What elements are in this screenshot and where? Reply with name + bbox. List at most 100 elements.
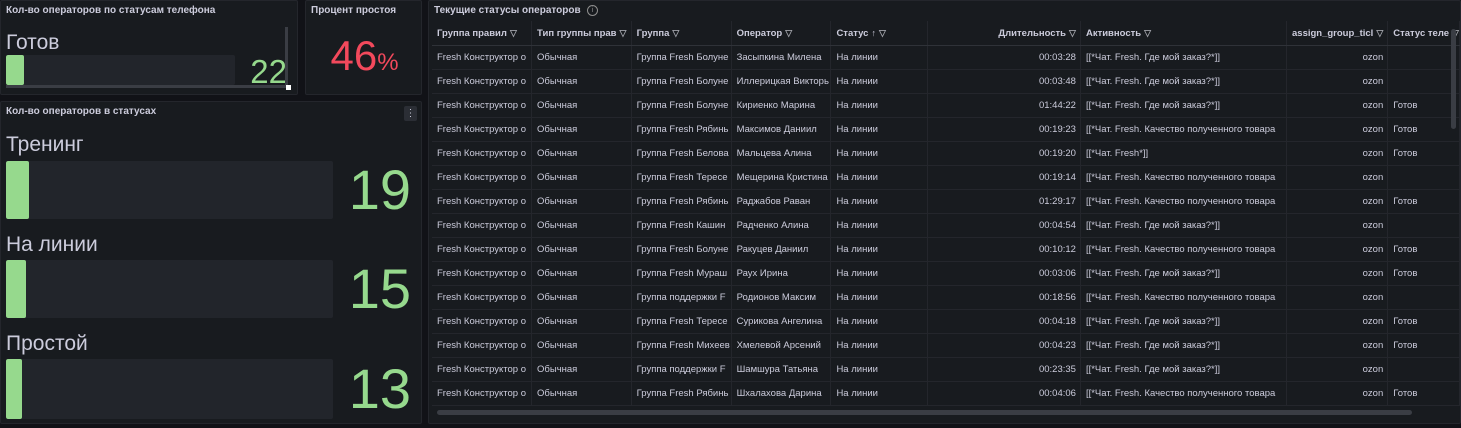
column-header[interactable]: Активность ▽ [1080, 21, 1288, 46]
table-row[interactable]: Fresh Конструктор о Обычная Группа Fresh М… [432, 333, 1460, 358]
table-cell: Группа Fresh Тересе [631, 165, 732, 190]
table-cell: Сурикова Ангелина [731, 309, 832, 334]
column-header[interactable]: Статус теле▽ [1387, 21, 1460, 46]
panel-title: Кол-во операторов по статусам телефона [6, 5, 216, 16]
table-cell: Обычная [531, 285, 632, 310]
column-header[interactable]: Оператор ▽ [731, 21, 832, 46]
stat-value: 15 [348, 257, 411, 320]
table-cell: 00:04:06 [927, 381, 1081, 406]
column-header-label: Активность [1085, 27, 1142, 39]
table-cell: [[*Чат. Fresh. Качество полученного това… [1080, 285, 1288, 310]
column-header-label: Длительность [998, 27, 1067, 39]
table-cell: ozon [1286, 189, 1389, 214]
table-cell: [[*Чат. Fresh. Где мой заказ?*]] [1080, 261, 1288, 286]
table-row[interactable]: Fresh Конструктор о Обычная Группа Fresh Б… [432, 69, 1460, 94]
idle-value: 46% [306, 32, 421, 79]
column-header[interactable]: Группа ▽ [631, 21, 732, 46]
column-header[interactable]: Статус ↑ ▽ [830, 21, 928, 46]
table-cell: Fresh Конструктор о [432, 189, 533, 214]
filter-icon[interactable]: ▽ [1144, 28, 1151, 39]
column-header[interactable]: Длительность ▽ [927, 21, 1081, 46]
table-cell: ozon [1286, 309, 1389, 334]
gauge-vertical-bar [285, 27, 288, 87]
table-row[interactable]: Fresh Конструктор о Обычная Группа Fresh М… [432, 261, 1460, 286]
bar-fill [6, 260, 26, 318]
table-cell: Группа Fresh Рябинь [631, 117, 732, 142]
table-cell [1387, 165, 1460, 190]
gauge-fill [6, 55, 25, 85]
filter-icon[interactable]: ▽ [1069, 28, 1076, 39]
table-row[interactable]: Fresh Конструктор о Обычная Группа Fresh Т… [432, 309, 1460, 334]
table-cell: Группа Fresh Михеев [631, 333, 732, 358]
table-cell: Обычная [531, 117, 632, 142]
vertical-scrollbar[interactable] [1451, 29, 1456, 129]
table-cell: Обычная [531, 165, 632, 190]
table-cell: Fresh Конструктор о [432, 45, 533, 70]
kebab-menu-icon[interactable]: ⋮ [404, 106, 417, 121]
filter-icon[interactable]: ▽ [620, 28, 627, 39]
table-row[interactable]: Fresh Конструктор о Обычная Группа Fresh Б… [432, 93, 1460, 118]
bar-fill [6, 161, 29, 219]
table-cell: Шхалахова Дарина [731, 381, 832, 406]
stat-label: Готов [6, 31, 60, 54]
table-cell: Обычная [531, 213, 632, 238]
table-cell: Fresh Конструктор о [432, 165, 533, 190]
idle-percent-panel: Процент простоя 46% [305, 0, 422, 95]
table-row[interactable]: Fresh Конструктор о Обычная Группа поддерж… [432, 285, 1460, 310]
table-row[interactable]: Fresh Конструктор о Обычная Группа Fresh Б… [432, 141, 1460, 166]
table-cell: Fresh Конструктор о [432, 309, 533, 334]
table-cell: Обычная [531, 189, 632, 214]
table-cell: [[*Чат. Fresh*]] [1080, 141, 1288, 166]
table-cell: Обычная [531, 141, 632, 166]
table-cell: Группа поддержки F [631, 285, 732, 310]
table-row[interactable]: Fresh Конструктор о Обычная Группа Fresh Р… [432, 381, 1460, 406]
table-row[interactable]: Fresh Конструктор о Обычная Группа Fresh Б… [432, 237, 1460, 262]
filter-icon[interactable]: ▽ [510, 28, 517, 39]
table-cell: Хмелевой Арсений [731, 333, 832, 358]
bar-track [6, 359, 333, 419]
table-cell: Готов [1387, 309, 1460, 334]
filter-icon[interactable]: ▽ [879, 28, 886, 39]
column-header-label: Статус [836, 27, 869, 39]
column-header[interactable]: assign_group_ticl ▽ [1286, 21, 1389, 46]
table-row[interactable]: Fresh Конструктор о Обычная Группа поддерж… [432, 357, 1460, 382]
table-row[interactable]: Fresh Конструктор о Обычная Группа Fresh Р… [432, 117, 1460, 142]
table-row[interactable]: Fresh Конструктор о Обычная Группа Fresh Р… [432, 189, 1460, 214]
table-cell: ozon [1286, 213, 1389, 238]
table-cell: Группа Fresh Болуне [631, 93, 732, 118]
table-cell: Обычная [531, 357, 632, 382]
table-cell: 00:04:54 [927, 213, 1081, 238]
sort-asc-icon[interactable]: ↑ [871, 28, 876, 38]
table-cell: ozon [1286, 381, 1389, 406]
column-header[interactable]: Группа правил ▽ [432, 21, 533, 46]
table-cell: Засыпкина Милена [731, 45, 832, 70]
table-cell [1387, 69, 1460, 94]
table-row[interactable]: Fresh Конструктор о Обычная Группа Fresh Б… [432, 45, 1460, 70]
filter-icon[interactable]: ▽ [785, 28, 792, 39]
operator-status-table-panel: Текущие статусы операторов i Группа прав… [428, 0, 1461, 424]
filter-icon[interactable]: ▽ [1376, 28, 1383, 39]
table-cell: Группа Fresh Мураш [631, 261, 732, 286]
table-cell: 00:03:28 [927, 45, 1081, 70]
column-header[interactable]: Тип группы прав ▽ [531, 21, 632, 46]
table-cell: Обычная [531, 261, 632, 286]
table-cell: 01:44:22 [927, 93, 1081, 118]
column-header-label: Группа [636, 27, 670, 39]
table-row[interactable]: Fresh Конструктор о Обычная Группа Fresh Т… [432, 165, 1460, 190]
table-cell: Готов [1387, 381, 1460, 406]
info-icon[interactable]: i [587, 5, 598, 16]
horizontal-scrollbar[interactable] [437, 410, 1412, 415]
table-cell: ozon [1286, 237, 1389, 262]
table-cell: На линии [830, 237, 928, 262]
table-cell: Готов [1387, 261, 1460, 286]
table-row[interactable]: Fresh Конструктор о Обычная Группа Fresh К… [432, 213, 1460, 238]
table-cell: 00:04:18 [927, 309, 1081, 334]
table-cell: 00:19:20 [927, 141, 1081, 166]
filter-icon[interactable]: ▽ [672, 28, 679, 39]
idle-number: 46 [330, 32, 378, 79]
table-cell: [[*Чат. Fresh. Качество полученного това… [1080, 381, 1288, 406]
table-cell: На линии [830, 333, 928, 358]
table-cell: На линии [830, 309, 928, 334]
table-cell: 00:04:23 [927, 333, 1081, 358]
table-cell: [[*Чат. Fresh. Где мой заказ?*]] [1080, 357, 1288, 382]
